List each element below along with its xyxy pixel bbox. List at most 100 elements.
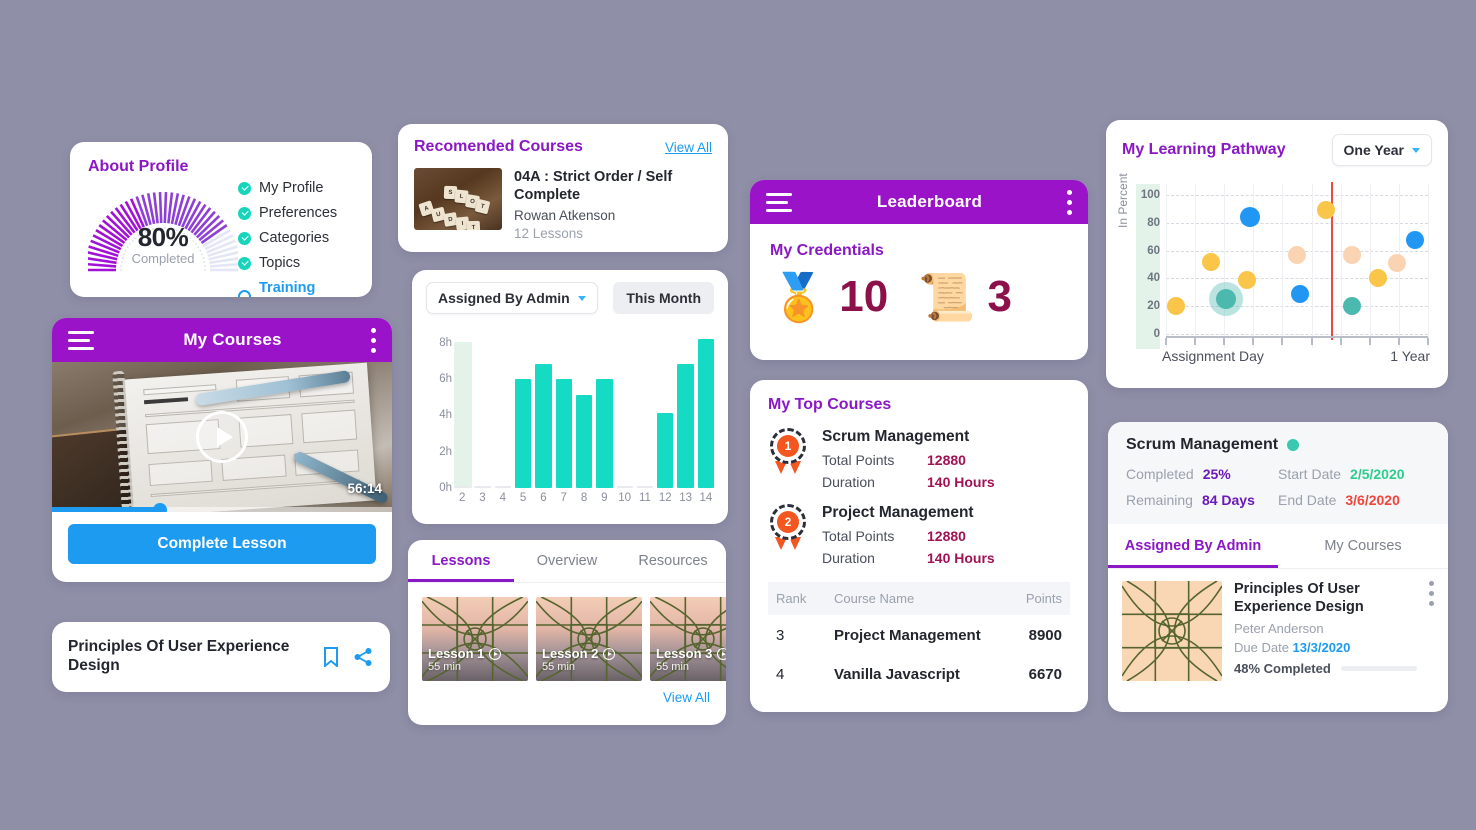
course-thumbnail[interactable]: AUDITSLOT bbox=[414, 168, 502, 230]
data-point[interactable] bbox=[1288, 245, 1306, 264]
bar-chart-bars bbox=[454, 328, 715, 488]
y-axis-tick: 100 bbox=[1140, 189, 1160, 202]
gridline-vertical bbox=[1282, 184, 1284, 348]
course-name: Scrum Management bbox=[1126, 436, 1279, 453]
share-icon[interactable] bbox=[352, 646, 374, 668]
lesson-name: Lesson 1 bbox=[428, 646, 485, 661]
play-icon[interactable] bbox=[717, 647, 726, 660]
data-point[interactable] bbox=[1216, 289, 1237, 310]
play-icon[interactable] bbox=[603, 647, 616, 660]
bar bbox=[657, 413, 674, 488]
assigned-by-admin-select[interactable]: Assigned By Admin bbox=[426, 282, 598, 314]
x-axis-tick bbox=[1281, 338, 1284, 345]
my-courses-header: My Courses bbox=[52, 318, 392, 362]
data-point[interactable] bbox=[1316, 201, 1335, 220]
scrubber-handle[interactable] bbox=[152, 502, 167, 512]
y-axis-tick: 2h bbox=[439, 445, 452, 458]
cell-points: 6670 bbox=[1028, 666, 1062, 683]
video-progress-scrubber[interactable] bbox=[52, 502, 392, 512]
data-point[interactable] bbox=[1405, 230, 1424, 249]
list-item-label: Training Targets bbox=[259, 280, 316, 297]
list-item[interactable]: My Profile bbox=[238, 180, 354, 196]
data-point[interactable] bbox=[1343, 245, 1362, 264]
course-thumbnail[interactable] bbox=[1122, 581, 1222, 681]
bar bbox=[454, 486, 471, 488]
data-point[interactable] bbox=[1369, 269, 1388, 288]
bookmark-icon[interactable] bbox=[320, 646, 342, 668]
data-point[interactable] bbox=[1167, 297, 1186, 316]
this-month-button[interactable]: This Month bbox=[613, 282, 714, 314]
scatter-plot: In Percent 0 20 40 60 80 100 Assignment Day 1… bbox=[1116, 173, 1432, 364]
field-value: 25% bbox=[1202, 466, 1231, 482]
lesson-duration: 55 min bbox=[656, 661, 690, 673]
tab-assigned-by-admin[interactable]: Assigned By Admin bbox=[1108, 524, 1278, 568]
video-player[interactable]: 56:14 bbox=[52, 362, 392, 512]
field-value: 3/6/2020 bbox=[1345, 492, 1400, 508]
list-item-label: Preferences bbox=[259, 205, 338, 221]
letter-tile: T bbox=[466, 220, 481, 230]
gridline-vertical bbox=[1369, 184, 1371, 348]
tab-lessons[interactable]: Lessons bbox=[408, 540, 514, 582]
bar-column bbox=[636, 328, 654, 488]
tab-resources[interactable]: Resources bbox=[620, 540, 726, 582]
table-row[interactable]: 3 Project Management 8900 bbox=[768, 615, 1070, 654]
my-credentials-title: My Credentials bbox=[770, 242, 884, 259]
course-title: 04A : Strict Order / Self Complete bbox=[514, 169, 673, 204]
field-key: Duration bbox=[822, 474, 875, 490]
y-axis-tick: 40 bbox=[1147, 272, 1160, 285]
bar-column bbox=[514, 328, 532, 488]
select-value: One Year bbox=[1343, 142, 1404, 158]
list-item[interactable]: 1 Scrum Management Total Points 12880 Dur… bbox=[768, 428, 1070, 490]
medal-count: 10 bbox=[839, 272, 889, 321]
play-button[interactable] bbox=[196, 411, 248, 463]
data-point[interactable] bbox=[1238, 270, 1257, 289]
gauge-caption: Completed bbox=[131, 251, 195, 266]
list-item-training-targets[interactable]: Training Targets bbox=[238, 280, 354, 297]
data-point[interactable] bbox=[1239, 207, 1260, 228]
x-axis-tick bbox=[1310, 338, 1313, 345]
more-options-icon[interactable] bbox=[371, 327, 376, 353]
dashboard-canvas: About Profile 80% Completed My Profile P… bbox=[0, 0, 1476, 830]
data-point[interactable] bbox=[1201, 252, 1220, 271]
one-year-select[interactable]: One Year bbox=[1331, 134, 1432, 166]
rank-number: 2 bbox=[777, 511, 799, 533]
data-point[interactable] bbox=[1387, 254, 1406, 273]
table-row[interactable]: 4 Vanilla Javascript 6670 bbox=[768, 654, 1070, 693]
gridline bbox=[1166, 278, 1428, 280]
list-item[interactable]: Lesson 2 55 min bbox=[536, 597, 642, 681]
list-item[interactable]: Categories bbox=[238, 230, 354, 246]
cell-rank: 3 bbox=[776, 627, 785, 644]
gauge-percent: 80% bbox=[137, 222, 189, 252]
data-point[interactable] bbox=[1343, 297, 1362, 316]
play-icon[interactable] bbox=[489, 647, 502, 660]
menu-icon[interactable] bbox=[68, 330, 94, 350]
x-axis-tick: 5 bbox=[519, 492, 527, 504]
view-all-link[interactable]: View All bbox=[663, 690, 710, 705]
list-item[interactable]: Lesson 3 55 min bbox=[650, 597, 726, 681]
rank-number: 1 bbox=[777, 435, 799, 457]
data-point[interactable] bbox=[1290, 284, 1309, 303]
complete-lesson-button[interactable]: Complete Lesson bbox=[68, 524, 376, 564]
view-all-link[interactable]: View All bbox=[665, 140, 712, 155]
field-key: Total Points bbox=[822, 452, 895, 468]
y-axis-tick: 20 bbox=[1147, 300, 1160, 313]
tab-my-courses[interactable]: My Courses bbox=[1278, 524, 1448, 568]
rank-rosette-icon: 1 bbox=[768, 428, 808, 474]
tab-overview[interactable]: Overview bbox=[514, 540, 620, 582]
geometry-pattern-icon bbox=[1122, 581, 1222, 681]
more-options-icon[interactable] bbox=[1429, 581, 1434, 681]
bar bbox=[697, 338, 715, 488]
bar bbox=[677, 364, 694, 488]
gridline-vertical bbox=[1166, 184, 1167, 348]
list-item[interactable]: Lesson 1 55 min bbox=[422, 597, 528, 681]
list-item[interactable]: Principles Of User Experience Design Pet… bbox=[1108, 569, 1448, 693]
more-options-icon[interactable] bbox=[1067, 189, 1072, 215]
x-axis-tick: 4 bbox=[499, 492, 506, 504]
list-item[interactable]: Topics bbox=[238, 255, 354, 271]
menu-icon[interactable] bbox=[766, 192, 792, 212]
recommended-courses-card: Recomended Courses View All AUDITSLOT 04… bbox=[398, 124, 728, 252]
list-item[interactable]: Preferences bbox=[238, 205, 354, 221]
lessons-tablist: Lessons Overview Resources bbox=[408, 540, 726, 583]
list-item[interactable]: 2 Project Management Total Points 12880 D… bbox=[768, 504, 1070, 566]
about-profile-card: About Profile 80% Completed My Profile P… bbox=[70, 142, 372, 297]
